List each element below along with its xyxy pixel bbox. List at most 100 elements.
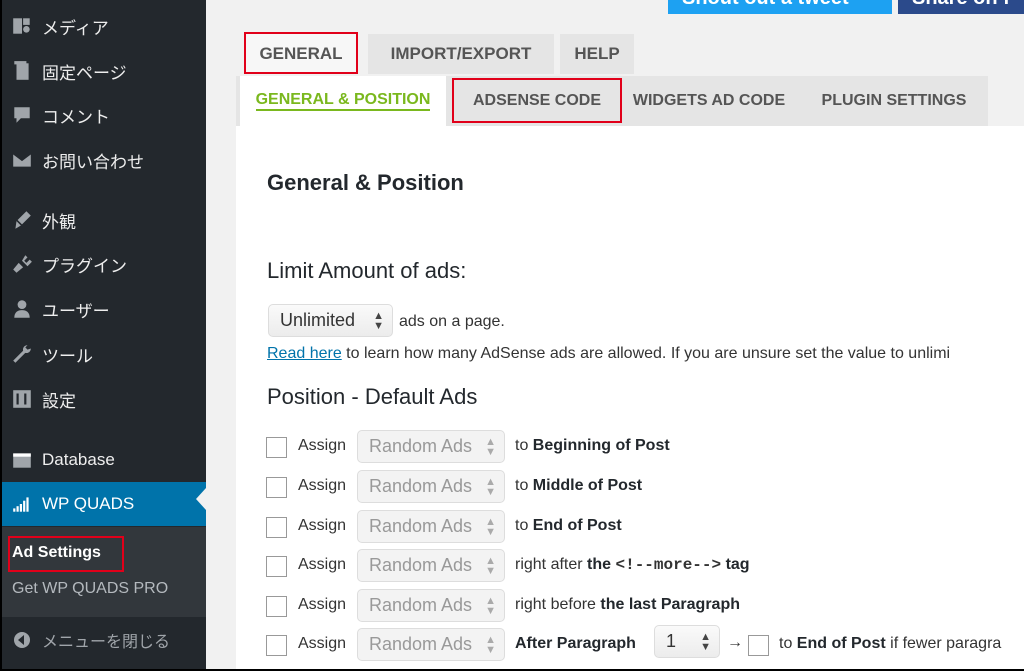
read-here-line: Read here to learn how many AdSense ads …	[267, 345, 950, 363]
assign-label: Assign	[298, 477, 347, 494]
sidebar-item-label: WP QUADS	[42, 494, 135, 513]
subtab-label: GENERAL & POSITION	[255, 91, 431, 111]
sidebar-item-contact[interactable]: お問い合わせ	[2, 138, 206, 182]
row-checkbox[interactable]	[266, 635, 287, 656]
share-buttons: Shout out a tweet Share on f	[668, 0, 1024, 14]
assign-label: Assign	[298, 437, 347, 454]
sidebar-item-label: メディア	[42, 18, 109, 38]
limit-select-value: Unlimited	[280, 310, 356, 330]
sidebar-item-label: 設定	[42, 391, 76, 411]
ad-select-value: Random Ads	[369, 634, 473, 654]
row-description: to Beginning of Post	[515, 437, 670, 455]
current-menu-arrow	[196, 488, 206, 510]
sidebar-item-plugins[interactable]: プラグイン	[2, 242, 206, 286]
row-description: right before the last Paragraph	[515, 596, 740, 614]
select-arrows-icon: ▲ ▼	[485, 555, 496, 577]
row-checkbox[interactable]	[266, 477, 287, 498]
sidebar-item-wp-quads[interactable]: WP QUADS	[2, 482, 206, 526]
sidebar-item-users[interactable]: ユーザー	[2, 287, 206, 331]
ad-select-value: Random Ads	[369, 436, 473, 456]
sidebar-item-label: ツール	[42, 346, 93, 366]
read-here-link[interactable]: Read here	[267, 345, 342, 362]
sidebar-item-appearance[interactable]: 外観	[2, 198, 206, 242]
select-arrows-icon: ▲ ▼	[485, 476, 496, 498]
paragraph-number-select[interactable]: 1 ▲ ▼	[654, 625, 720, 658]
read-here-text: to learn how many AdSense ads are allowe…	[346, 345, 951, 362]
wp-quads-icon	[2, 493, 42, 515]
row-checkbox[interactable]	[266, 596, 287, 617]
row-prefix: to	[515, 437, 533, 454]
main-content: Shout out a tweet Share on f GENERAL IMP…	[206, 0, 1024, 669]
sidebar-item-settings[interactable]: 設定	[2, 377, 206, 421]
sidebar-item-database[interactable]: Database	[2, 438, 206, 482]
collapse-menu-button[interactable]: メニューを閉じる	[2, 620, 206, 660]
screenshot-frame: メディア 固定ページ コメント お問い合わせ 外観 プラグイン ユーザー ツール…	[0, 0, 1024, 671]
limit-suffix: ads on a page.	[399, 313, 505, 330]
more-tag-code: <!--more-->	[615, 556, 722, 574]
ad-select[interactable]: Random Ads ▲ ▼	[357, 470, 505, 503]
page-icon	[2, 60, 42, 82]
ad-select[interactable]: Random Ads ▲ ▼	[357, 628, 505, 661]
tab-import-export[interactable]: IMPORT/EXPORT	[368, 34, 554, 74]
sidebar-item-label: お問い合わせ	[42, 152, 144, 172]
tab-help[interactable]: HELP	[560, 34, 634, 74]
submenu-get-pro[interactable]: Get WP QUADS PRO	[12, 580, 168, 598]
select-arrows-icon: ▲ ▼	[373, 310, 384, 332]
row-position-suffix: tag	[725, 556, 750, 573]
row-prefix: right before	[515, 596, 601, 613]
admin-sidebar: メディア 固定ページ コメント お問い合わせ 外観 プラグイン ユーザー ツール…	[2, 0, 206, 669]
row-position: Middle of Post	[532, 477, 643, 494]
sidebar-item-media[interactable]: メディア	[2, 4, 206, 48]
select-arrows-icon: ▲ ▼	[485, 634, 496, 656]
fallback-rest: if fewer paragra	[885, 635, 1002, 652]
page-title: General & Position	[267, 170, 464, 195]
fallback-checkbox[interactable]	[748, 635, 769, 656]
subtab-plugin-settings[interactable]: PLUGIN SETTINGS	[804, 76, 984, 126]
row-description: to Middle of Post	[515, 477, 642, 495]
subtab-widgets-ad-code[interactable]: WIDGETS AD CODE	[624, 76, 794, 126]
ad-select[interactable]: Random Ads ▲ ▼	[357, 430, 505, 463]
row-checkbox[interactable]	[266, 556, 287, 577]
row-description: After Paragraph	[515, 635, 636, 653]
row-checkbox[interactable]	[266, 517, 287, 538]
share-button[interactable]: Share on f	[898, 0, 1024, 14]
ad-select[interactable]: Random Ads ▲ ▼	[357, 589, 505, 622]
select-arrows-icon: ▲ ▼	[485, 436, 496, 458]
ad-select-value: Random Ads	[369, 516, 473, 536]
select-arrows-icon: ▲ ▼	[485, 595, 496, 617]
sidebar-item-label: ユーザー	[42, 301, 110, 321]
ad-select[interactable]: Random Ads ▲ ▼	[357, 510, 505, 543]
user-icon	[2, 298, 42, 320]
collapse-icon	[2, 630, 42, 650]
highlight-box-ad-settings	[8, 536, 124, 572]
wrench-icon	[2, 343, 42, 365]
select-arrows-icon: ▲ ▼	[700, 631, 711, 653]
limit-select[interactable]: Unlimited ▲ ▼	[268, 304, 393, 337]
sidebar-item-comments[interactable]: コメント	[2, 93, 206, 137]
sidebar-item-label: 固定ページ	[42, 63, 127, 83]
subtab-general-position[interactable]: GENERAL & POSITION	[240, 76, 446, 126]
position-heading: Position - Default Ads	[267, 384, 478, 409]
row-position: the	[587, 556, 612, 573]
tweet-button[interactable]: Shout out a tweet	[668, 0, 892, 14]
assign-label: Assign	[298, 596, 347, 613]
sidebar-item-tools[interactable]: ツール	[2, 332, 206, 376]
highlight-box-adsense-code	[452, 78, 622, 123]
paragraph-number-value: 1	[666, 631, 677, 651]
arrow-right-icon: →	[727, 634, 743, 651]
highlight-box-general-tab	[244, 32, 358, 74]
sidebar-item-pages[interactable]: 固定ページ	[2, 49, 206, 93]
ad-select[interactable]: Random Ads ▲ ▼	[357, 549, 505, 582]
ad-select-value: Random Ads	[369, 595, 473, 615]
fallback-prefix: to	[779, 635, 797, 652]
ad-select-value: Random Ads	[369, 555, 473, 575]
row-description: right after the <!--more--> tag	[515, 556, 750, 574]
row-position: the last Paragraph	[600, 596, 740, 613]
row-checkbox[interactable]	[266, 437, 287, 458]
row-position: Beginning of Post	[532, 437, 670, 454]
sidebar-item-label: プラグイン	[42, 256, 127, 276]
ad-select-value: Random Ads	[369, 476, 473, 496]
sidebar-item-label: コメント	[42, 107, 110, 127]
plugin-icon	[2, 253, 42, 275]
assign-label: Assign	[298, 556, 347, 573]
